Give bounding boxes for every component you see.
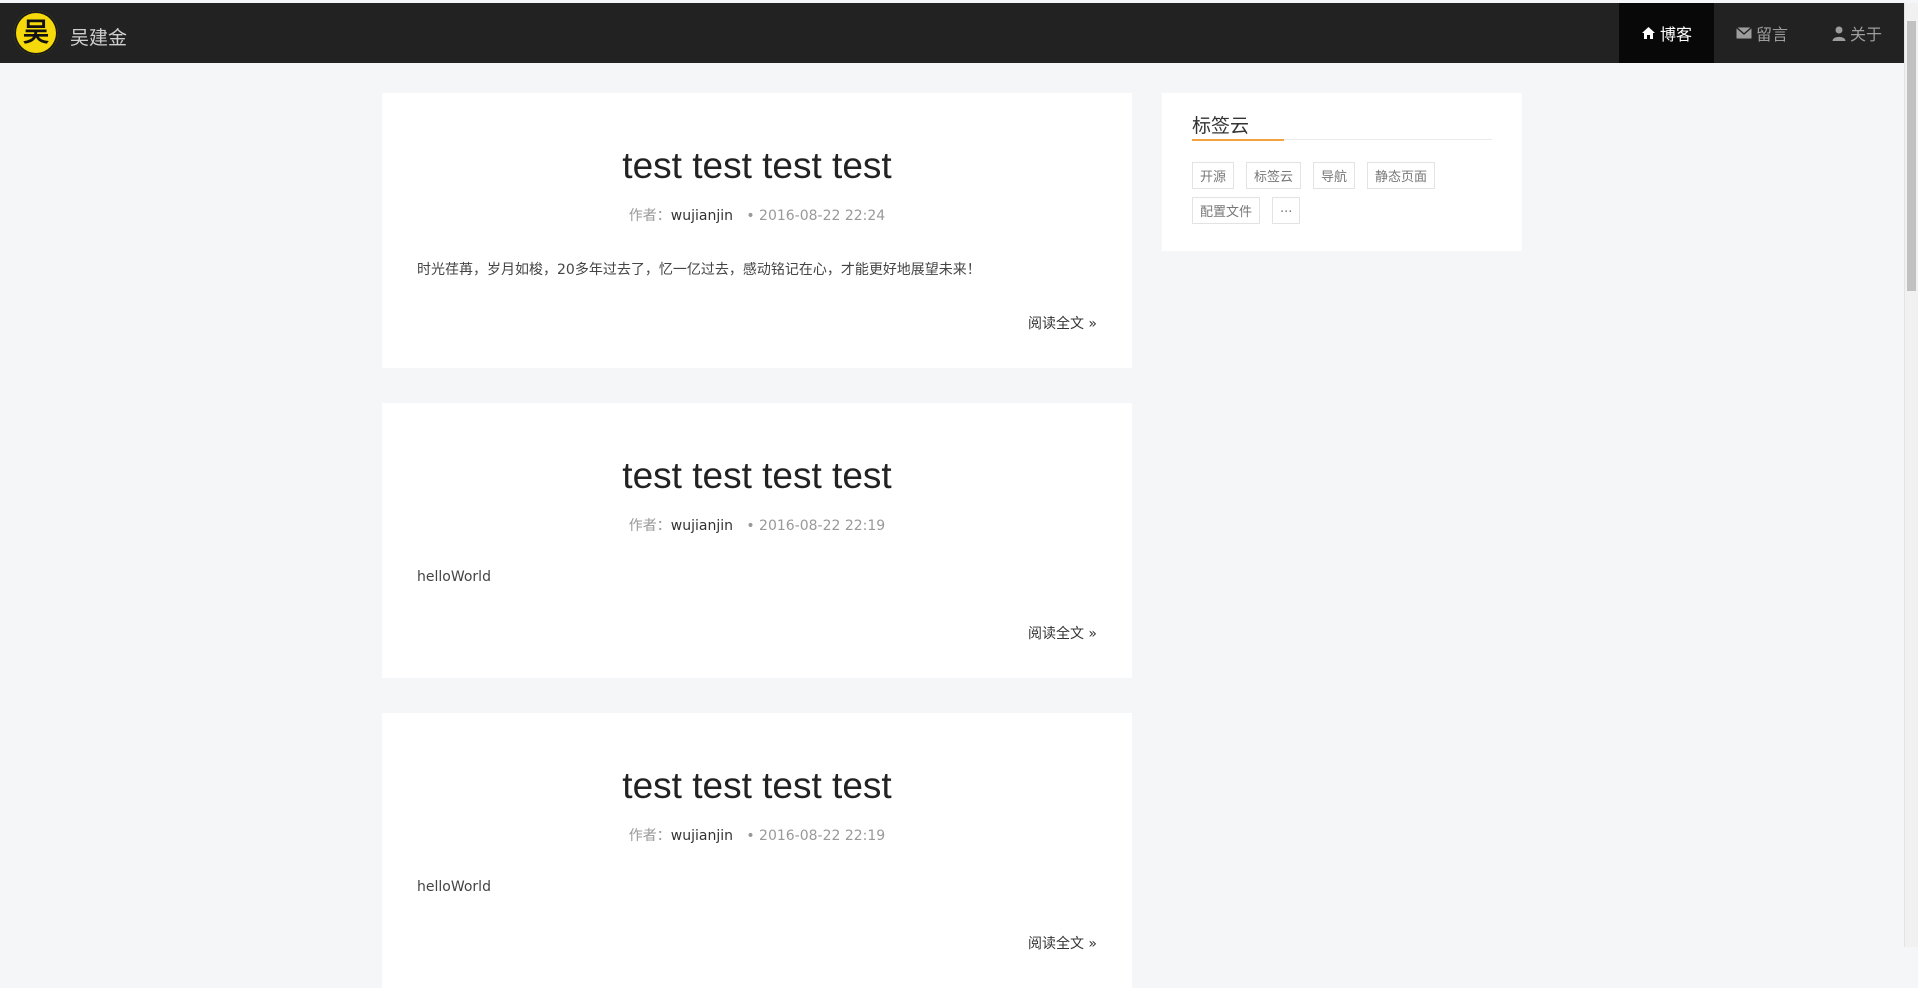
tag-item[interactable]: 静态页面 (1367, 162, 1436, 189)
nav-item-guestbook[interactable]: 留言 (1714, 3, 1810, 63)
post-title[interactable]: test test test test (382, 455, 1132, 497)
post-date: • 2016-08-22 22:24 (746, 208, 886, 224)
read-more-link[interactable]: 阅读全文 » (1028, 313, 1097, 333)
post-date: • 2016-08-22 22:19 (746, 828, 886, 844)
logo-mark: 吴 (22, 18, 49, 48)
nav-item-blog[interactable]: 博客 (1618, 3, 1714, 63)
author-label: 作者： (628, 518, 671, 534)
post-meta: 作者：wujianjin • 2016-08-22 22:24 (382, 205, 1132, 225)
tag-item[interactable]: 导航 (1313, 162, 1356, 189)
post-excerpt: helloWorld (417, 879, 491, 895)
home-icon (1641, 26, 1656, 40)
tag-list: 开源 标签云 导航 静态页面 配置文件 ... (1192, 162, 1502, 224)
nav-label: 关于 (1849, 25, 1882, 44)
post-card: test test test test 作者：wujianjin • 2016-… (382, 93, 1132, 368)
post-excerpt: helloWorld (417, 569, 491, 585)
scrollbar-thumb[interactable] (1907, 21, 1916, 291)
author-label: 作者： (628, 208, 671, 224)
nav-label: 留言 (1755, 25, 1788, 44)
tag-item[interactable]: 配置文件 (1192, 197, 1261, 224)
envelope-icon (1736, 27, 1752, 39)
tag-cloud-widget: 标签云 开源 标签云 导航 静态页面 配置文件 ... (1162, 93, 1522, 251)
post-author[interactable]: wujianjin (671, 208, 733, 224)
top-navbar: 吴 吴建金 博客 留言 关于 (0, 3, 1904, 63)
post-title[interactable]: test test test test (382, 765, 1132, 807)
main-nav: 博客 留言 关于 (1618, 3, 1904, 63)
post-excerpt: 时光荏苒，岁月如梭，20多年过去了，忆一亿过去，感动铭记在心，才能更好地展望未来… (417, 262, 981, 278)
post-author[interactable]: wujianjin (671, 518, 733, 534)
post-card: test test test test 作者：wujianjin • 2016-… (382, 403, 1132, 678)
post-author[interactable]: wujianjin (671, 828, 733, 844)
post-meta: 作者：wujianjin • 2016-08-22 22:19 (382, 515, 1132, 535)
read-more-link[interactable]: 阅读全文 » (1028, 933, 1097, 953)
post-date: • 2016-08-22 22:19 (746, 518, 886, 534)
nav-item-about[interactable]: 关于 (1810, 3, 1904, 63)
tag-item-more[interactable]: ... (1272, 197, 1301, 224)
tag-cloud-title: 标签云 (1192, 115, 1250, 137)
tag-item[interactable]: 标签云 (1246, 162, 1302, 189)
post-meta: 作者：wujianjin • 2016-08-22 22:19 (382, 825, 1132, 845)
tag-item[interactable]: 开源 (1192, 162, 1235, 189)
site-brand[interactable]: 吴建金 (70, 23, 127, 50)
logo[interactable]: 吴 (14, 11, 58, 55)
post-title[interactable]: test test test test (382, 145, 1132, 187)
page-scrollbar[interactable] (1904, 3, 1918, 947)
widget-divider-accent (1192, 139, 1284, 141)
user-icon (1832, 26, 1846, 41)
read-more-link[interactable]: 阅读全文 » (1028, 623, 1097, 643)
author-label: 作者： (628, 828, 671, 844)
nav-label: 博客 (1659, 25, 1692, 44)
